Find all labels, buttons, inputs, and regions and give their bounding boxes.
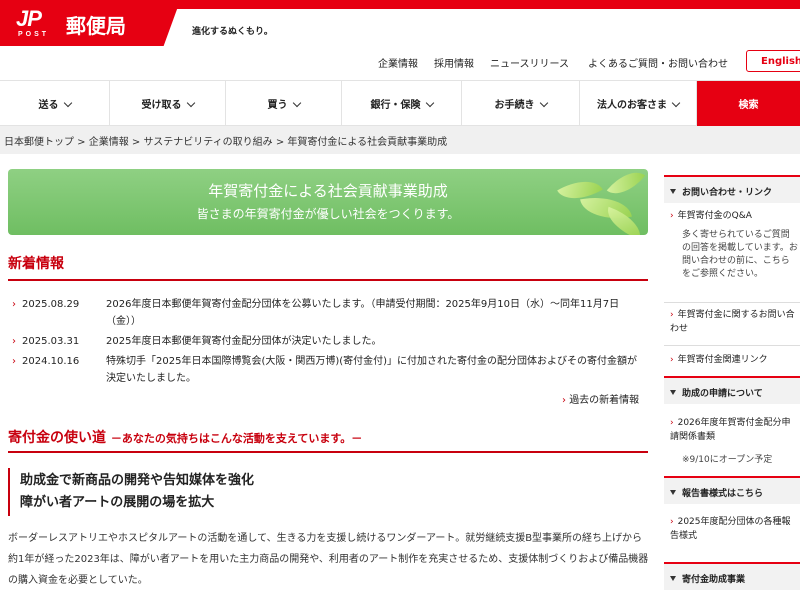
usage-heading: 寄付金の使い道 －あなたの気持ちはこんな活動を支えています。－	[8, 427, 362, 447]
brand-name: 郵便局	[66, 14, 126, 38]
sidebar-head-contact: お問い合わせ・リンク	[664, 175, 800, 203]
news-text: 特殊切手「2025年日本国際博覧会(大阪・関西万博)(寄付金付)」に付加された寄…	[106, 356, 638, 384]
slogan: 進化するぬくもり。	[192, 27, 273, 37]
sidebar-head-apply: 助成の申請について	[664, 376, 800, 404]
sidebar-link-label: 2025年度配分団体の各種報告様式	[670, 517, 791, 541]
sidebar-divider	[664, 302, 800, 303]
chevron-down-icon	[539, 98, 548, 108]
hero-banner: 年賀寄付金による社会貢献事業助成 皆さまの年賀寄付金が優しい社会をつくります。	[8, 169, 648, 235]
nav-label: お手続き	[494, 100, 535, 111]
news-item[interactable]: › 2024.10.16 特殊切手「2025年日本国際博覧会(大阪・関西万博)(寄…	[12, 353, 652, 389]
nav-label: 受け取る	[141, 100, 182, 111]
breadcrumb[interactable]: 日本郵便トップ > 企業情報 > サステナビリティの取り組み > 年賀寄付金によ…	[0, 126, 800, 154]
news-item[interactable]: › 2025.08.29 2026年度日本郵便年賀寄付金配分団体を公募いたします。…	[12, 296, 652, 332]
banner-subtitle: 皆さまの年賀寄付金が優しい社会をつくります。	[196, 207, 460, 221]
search-button[interactable]: 検索	[697, 81, 800, 126]
usage-divider	[8, 451, 648, 453]
sidebar-head-label: 助成の申請について	[682, 389, 763, 399]
news-item[interactable]: › 2025.03.31 2025年度日本郵便年賀寄付金配分団体が決定いたしました…	[12, 333, 652, 351]
triangle-down-icon	[670, 390, 676, 395]
util-link-corporate[interactable]: 企業情報	[378, 55, 418, 70]
triangle-down-icon	[670, 576, 676, 581]
nav-buy[interactable]: 買う	[226, 81, 342, 125]
chevron-right-icon: ›	[670, 418, 674, 428]
usage-subtitle: －あなたの気持ちはこんな活動を支えています。－	[110, 432, 363, 445]
site-header: JP POST 郵便局 進化するぬくもり。	[0, 0, 800, 52]
triangle-down-icon	[670, 490, 676, 495]
news-heading: 新着情報	[8, 256, 64, 272]
sidebar-link-contact[interactable]: › 年賀寄付金に関するお問い合わせ	[670, 308, 798, 336]
past-news-label: 過去の新着情報	[569, 395, 640, 406]
usage-headline-block: 助成金で新商品の開発や告知媒体を強化 障がい者アートの展開の場を拡大	[8, 468, 648, 516]
chevron-right-icon: ›	[670, 355, 674, 365]
util-link-news[interactable]: ニュースリリース	[490, 55, 569, 70]
nav-label: 銀行・保険	[370, 100, 421, 111]
sidebar-head-label: お問い合わせ・リンク	[682, 188, 773, 198]
usage-headline-1: 助成金で新商品の開発や告知媒体を強化	[20, 473, 255, 488]
news-text: 2026年度日本郵便年賀寄付金配分団体を公募いたします。（申請受付期間：2025…	[106, 299, 620, 327]
sidebar-head-grant: 寄付金助成事業	[664, 562, 800, 590]
chevron-down-icon	[292, 98, 301, 108]
util-link-recruit[interactable]: 採用情報	[434, 55, 474, 70]
usage-headline-2: 障がい者アートの展開の場を拡大	[20, 495, 215, 510]
nav-label: 送る	[38, 100, 59, 111]
chevron-right-icon: ›	[670, 310, 674, 320]
sidebar-divider	[664, 345, 800, 346]
news-divider	[8, 279, 648, 281]
usage-title: 寄付金の使い道	[8, 430, 106, 446]
sidebar-qa-note: 多く寄せられているご質問の回答を掲載しています。お問い合わせの前に、こちらをご参…	[682, 230, 798, 279]
chevron-right-icon: ›	[12, 356, 16, 367]
sidebar-link-label: 2026年度年賀寄付金配分申請関係書類	[670, 418, 791, 442]
sidebar-head-report: 報告書様式はこちら	[664, 476, 800, 504]
chevron-down-icon	[671, 98, 681, 108]
chevron-right-icon: ›	[670, 517, 674, 527]
sidebar-link-label: 年賀寄付金に関するお問い合わせ	[670, 310, 795, 334]
news-date: 2025.03.31	[22, 336, 80, 347]
banner-title: 年賀寄付金による社会貢献事業助成	[208, 182, 448, 200]
nav-label: 法人のお客さま	[597, 100, 667, 111]
nav-business[interactable]: 法人のお客さま	[580, 81, 697, 125]
sidebar-link-qa[interactable]: › 年賀寄付金のQ&A	[670, 209, 798, 223]
chevron-right-icon: ›	[12, 336, 16, 347]
jp-mark: JP	[16, 6, 42, 31]
sidebar-link-related[interactable]: › 年賀寄付金関連リンク	[670, 353, 798, 367]
main-nav: 送る 受け取る 買う 銀行・保険 お手続き 法人のお客さま 検索	[0, 80, 800, 126]
nav-label: 買う	[267, 100, 288, 111]
chevron-right-icon: ›	[670, 211, 674, 221]
chevron-down-icon	[425, 98, 434, 108]
triangle-down-icon	[670, 189, 676, 194]
sidebar-head-label: 報告書様式はこちら	[682, 489, 764, 499]
sidebar-link-label: 年賀寄付金のQ&A	[677, 211, 752, 221]
sidebar-link-apply-docs[interactable]: › 2026年度年賀寄付金配分申請関係書類	[670, 416, 798, 444]
past-news-link[interactable]: › 過去の新着情報	[562, 391, 639, 406]
util-link-faq[interactable]: よくあるご質問・お問い合わせ	[588, 55, 728, 70]
nav-bank-insurance[interactable]: 銀行・保険	[342, 81, 462, 125]
nav-send[interactable]: 送る	[0, 81, 110, 125]
logo[interactable]: JP POST 郵便局	[0, 0, 162, 46]
sidebar-head-label: 寄付金助成事業	[682, 575, 746, 585]
nav-receive[interactable]: 受け取る	[110, 81, 226, 125]
usage-body: ボーダーレスアトリエやホスピタルアートの活動を通して、生きる力を支援し続けるワン…	[8, 533, 649, 586]
news-date: 2025.08.29	[22, 299, 80, 310]
chevron-down-icon	[63, 98, 72, 108]
chevron-down-icon	[186, 98, 195, 108]
sidebar-link-report[interactable]: › 2025年度配分団体の各種報告様式	[670, 515, 798, 543]
sidebar-link-label: 年賀寄付金関連リンク	[677, 355, 768, 365]
news-text: 2025年度日本郵便年賀寄付金配分団体が決定いたしました。	[106, 336, 382, 347]
news-date: 2024.10.16	[22, 356, 80, 367]
sidebar-apply-note: ※9/10にオープン予定	[682, 455, 773, 465]
chevron-right-icon: ›	[12, 299, 16, 310]
nav-procedures[interactable]: お手続き	[462, 81, 580, 125]
english-button[interactable]: English	[746, 50, 800, 72]
sidebar: お問い合わせ・リンク › 年賀寄付金のQ&A 多く寄せられているご質問の回答を掲載…	[664, 169, 800, 600]
post-text: POST	[18, 31, 50, 38]
